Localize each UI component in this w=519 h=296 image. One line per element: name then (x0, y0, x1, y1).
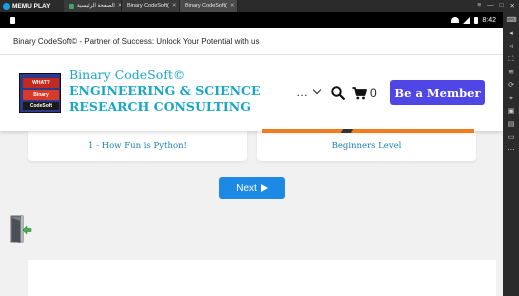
brand-title[interactable]: Binary CodeSoft© ENGINEERING & SCIENCE R… (69, 67, 269, 115)
cart-icon (352, 86, 367, 99)
wifi-icon (451, 17, 460, 23)
close-tab-icon[interactable]: ✕ (172, 3, 177, 9)
tab-app-icon (69, 3, 74, 9)
emulator-logo-text: MEMU PLAY (12, 2, 51, 10)
course-card[interactable]: Beginners Level (257, 131, 476, 161)
course-card-title[interactable]: 1 - How Fun is Python! (88, 141, 187, 151)
battery-icon (474, 16, 479, 24)
menu-ellipsis: … (296, 85, 308, 99)
emulator-sidebar: ⌨ ◂ ◃ ⛶ ≋ ⟳ ⌖ ▣ ▤ ▭ ⋯ (503, 12, 519, 296)
cart-count: 0 (370, 86, 377, 100)
course-thumbnail-edge (262, 129, 474, 133)
site-header: WHAT? Binary CodeSoft Binary CodeSoft© E… (0, 55, 503, 131)
site-logo[interactable]: WHAT? Binary CodeSoft (19, 73, 61, 113)
brand-line-1: Binary CodeSoft© (69, 67, 186, 82)
emulator-tab-browser-1[interactable]: Binary CodeSoft( ✕ (122, 0, 180, 12)
logo-text: WHAT? (32, 80, 50, 86)
shake-icon[interactable]: ≋ (507, 68, 516, 77)
maximize-icon[interactable]: □ (500, 2, 504, 10)
course-card-title[interactable]: Beginners Level (332, 141, 402, 151)
location-icon[interactable]: ⌖ (507, 94, 516, 103)
menu-icon[interactable]: ≡ (477, 2, 481, 10)
brand-line-3: RESEARCH CONSULTING (69, 99, 251, 114)
minimize-icon[interactable]: — (487, 2, 494, 10)
volume-up-icon[interactable]: ◂ (507, 29, 516, 38)
next-button-label: Next (236, 182, 257, 194)
apk-install-icon[interactable]: ▤ (507, 120, 516, 129)
next-button[interactable]: Next (219, 177, 285, 199)
banner-text: Binary CodeSoft© - Partner of Success: U… (13, 36, 260, 46)
memu-logo-icon (3, 2, 10, 10)
course-card[interactable]: 1 - How Fun is Python! (28, 131, 247, 161)
notification-icon (10, 16, 15, 24)
play-icon (260, 184, 268, 192)
exit-door-icon[interactable] (10, 214, 32, 244)
status-icons: 8:42 (451, 16, 496, 24)
volume-down-icon[interactable]: ◃ (507, 42, 516, 51)
chevron-down-icon (312, 85, 322, 95)
logo-text: Binary (33, 92, 49, 98)
rotate-icon[interactable]: ⟳ (507, 81, 516, 90)
tab-label: الصفحة الرئيسية (77, 3, 115, 9)
emulator-logo: MEMU PLAY (0, 0, 64, 12)
emulator-tab-home[interactable]: الصفحة الرئيسية ✕ (64, 0, 122, 12)
screenshot-icon[interactable]: ▣ (507, 107, 516, 116)
tab-label: Binary CodeSoft( (127, 3, 169, 9)
close-tab-icon[interactable]: ✕ (230, 3, 235, 9)
logo-text: CodeSoft (29, 103, 53, 109)
signal-icon (463, 16, 471, 24)
tab-label: Binary CodeSoft( (185, 3, 227, 9)
web-page: Binary CodeSoft© - Partner of Success: U… (0, 28, 503, 296)
android-status-bar: 8:42 (0, 12, 503, 28)
nav-menu-toggle[interactable]: … (296, 85, 322, 99)
keyboard-icon[interactable]: ⌨ (507, 16, 517, 25)
close-window-icon[interactable]: ✕ (510, 2, 515, 10)
fullscreen-icon[interactable]: ⛶ (507, 55, 516, 64)
emulator-tab-browser-2[interactable]: Binary CodeSoft( ✕ (180, 0, 238, 12)
content-panel (28, 260, 496, 296)
folder-icon[interactable]: ▭ (507, 133, 516, 142)
cart-button[interactable]: 0 (352, 86, 377, 100)
window-controls: ≡ — □ ✕ (477, 2, 519, 10)
brand-line-2: ENGINEERING & SCIENCE (69, 83, 261, 98)
top-banner: Binary CodeSoft© - Partner of Success: U… (0, 28, 503, 55)
search-icon[interactable] (331, 86, 345, 100)
be-a-member-button[interactable]: Be a Member (390, 80, 485, 105)
status-time: 8:42 (482, 16, 496, 24)
more-icon[interactable]: ⋯ (507, 146, 516, 155)
emulator-title-bar: MEMU PLAY الصفحة الرئيسية ✕ Binary CodeS… (0, 0, 519, 12)
